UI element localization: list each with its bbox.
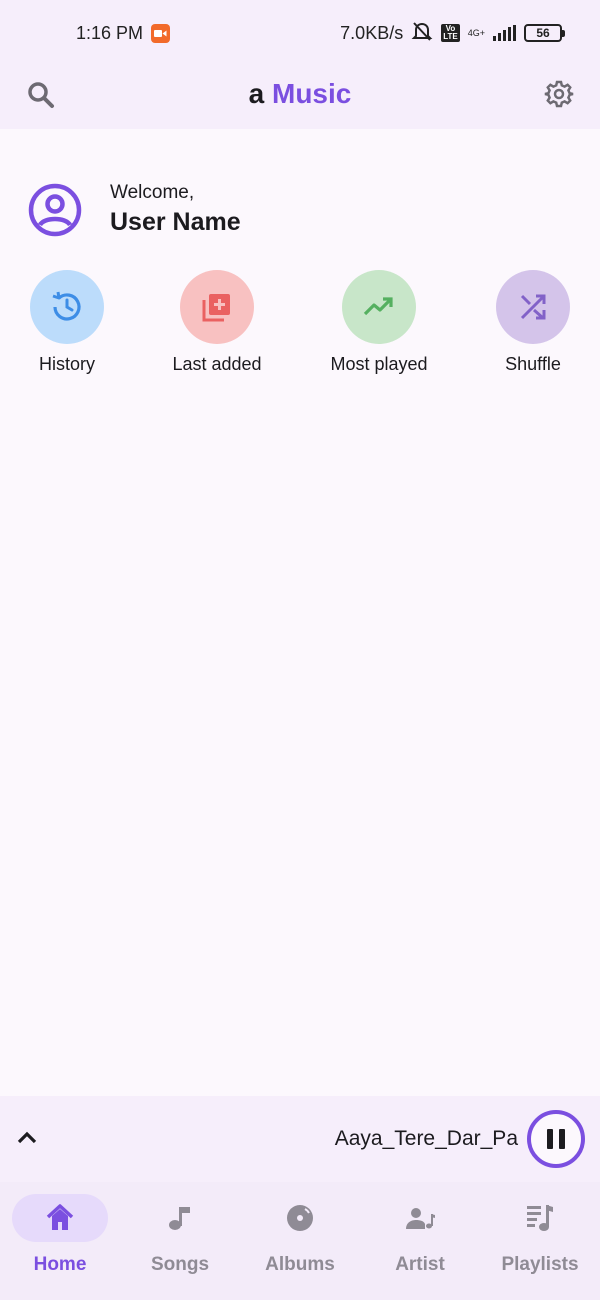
account-avatar-icon[interactable] [28, 183, 82, 237]
volte-icon: Vo LTE [441, 24, 460, 42]
quick-action-label: Last added [172, 354, 262, 374]
battery-icon: 56 [524, 24, 565, 42]
now-playing-title: Aaya_Tere_Dar_Pa [334, 1127, 518, 1150]
quick-action-last-added[interactable]: Last added [147, 270, 287, 375]
pause-icon [547, 1129, 565, 1149]
playlist-icon [492, 1194, 588, 1242]
nav-label: Artist [395, 1254, 445, 1275]
quick-action-label: History [38, 354, 95, 374]
quick-action-history[interactable]: History [0, 270, 137, 375]
history-icon [30, 270, 104, 344]
welcome-section: Welcome, User Name [28, 182, 241, 237]
nav-item-albums[interactable]: Albums [240, 1194, 360, 1276]
quick-action-shuffle[interactable]: Shuffle [463, 270, 600, 375]
app-title: a Music [0, 78, 600, 110]
settings-gear-icon[interactable] [544, 79, 574, 109]
status-bar: 1:16 PM 7.0KB/s Vo LTE 4G+ 56 [0, 0, 600, 66]
pause-button[interactable] [527, 1110, 585, 1168]
music-note-icon [132, 1194, 228, 1242]
nav-item-playlists[interactable]: Playlists [480, 1194, 600, 1276]
user-name: User Name [110, 208, 241, 236]
nav-item-home[interactable]: Home [0, 1194, 120, 1276]
nav-label: Playlists [501, 1254, 579, 1275]
nav-item-artist[interactable]: Artist [360, 1194, 480, 1276]
mini-player[interactable]: Aaya_Tere_Dar_Pa [0, 1096, 600, 1182]
mute-bell-icon [411, 21, 433, 46]
home-icon [12, 1194, 108, 1242]
nav-label: Songs [150, 1254, 210, 1275]
quick-action-label: Shuffle [505, 354, 561, 374]
signal-icon [493, 25, 516, 41]
status-left: 1:16 PM [76, 22, 171, 44]
status-right: 7.0KB/s Vo LTE 4G+ 56 [340, 21, 565, 46]
album-icon [252, 1194, 348, 1242]
nav-item-songs[interactable]: Songs [120, 1194, 240, 1276]
trending-up-icon [342, 270, 416, 344]
welcome-greeting: Welcome, [110, 182, 195, 203]
library-add-icon [180, 270, 254, 344]
nav-label: Albums [265, 1254, 335, 1275]
welcome-text: Welcome, User Name [110, 182, 241, 237]
artist-icon [372, 1194, 468, 1242]
chevron-up-icon[interactable] [14, 1126, 40, 1148]
status-time: 1:16 PM [76, 22, 144, 43]
app-title-main: Music [272, 78, 352, 109]
screen-record-icon [151, 23, 171, 43]
net-speed: 7.0KB/s [340, 22, 404, 43]
nav-label: Home [33, 1254, 87, 1275]
quick-action-most-played[interactable]: Most played [309, 270, 449, 375]
quick-action-label: Most played [330, 354, 428, 374]
app-bar: a Music [0, 66, 600, 129]
network-type: 4G+ [467, 27, 485, 38]
quick-actions: History Last added Most played Shuffle [0, 270, 600, 380]
bottom-navigation: Home Songs Albums Artist Playlists [0, 1182, 600, 1300]
battery-level: 56 [536, 26, 550, 40]
shuffle-icon [496, 270, 570, 344]
app-title-prefix: a [248, 78, 265, 109]
